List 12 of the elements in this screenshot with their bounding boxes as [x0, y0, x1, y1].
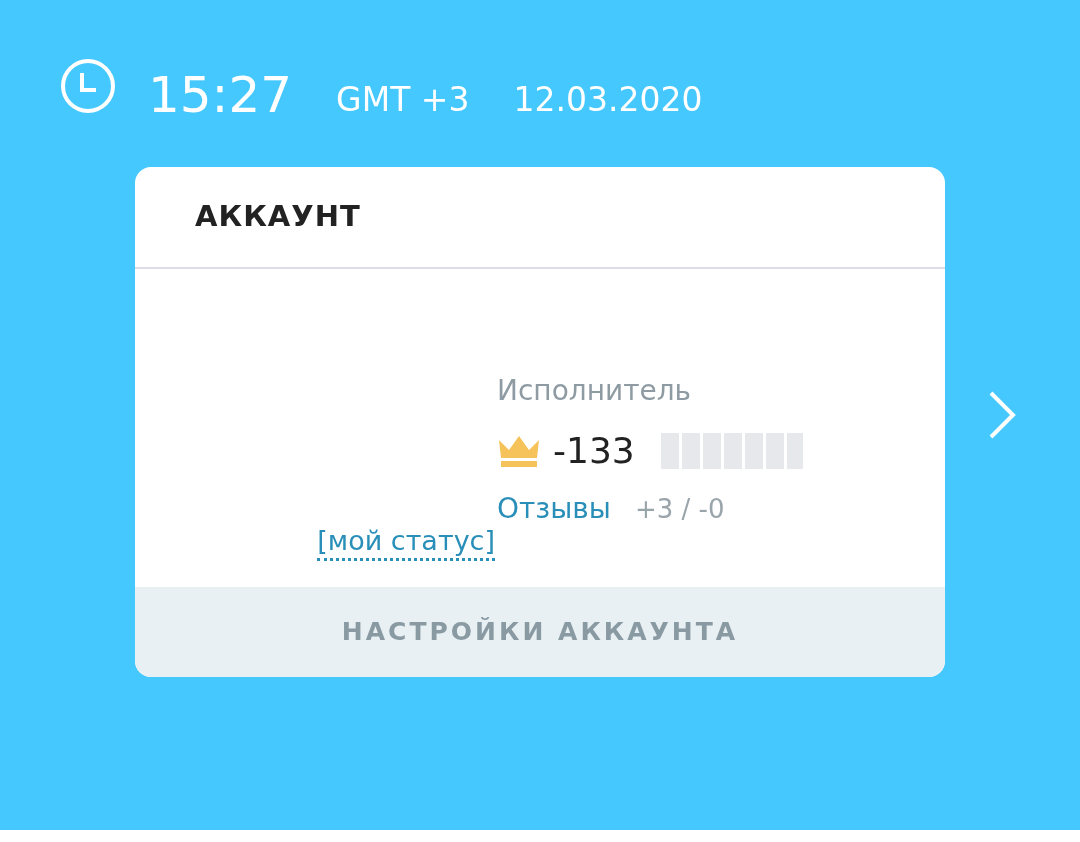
clock-icon	[60, 58, 116, 114]
current-time: 15:27	[148, 70, 293, 120]
account-settings-button[interactable]: НАСТРОЙКИ АККАУНТА	[135, 587, 945, 677]
reviews-link[interactable]: Отзывы	[497, 495, 611, 523]
current-date: 12.03.2020	[513, 83, 703, 116]
rating-value: -133	[553, 433, 635, 469]
reviews-count: +3 / -0	[634, 496, 725, 522]
timezone: GMT +3	[336, 83, 470, 116]
card-title: АККАУНТ	[195, 198, 361, 236]
role-label: Исполнитель	[497, 377, 693, 405]
crown-icon	[497, 434, 541, 468]
status-link[interactable]: [мой статус]	[317, 524, 495, 561]
